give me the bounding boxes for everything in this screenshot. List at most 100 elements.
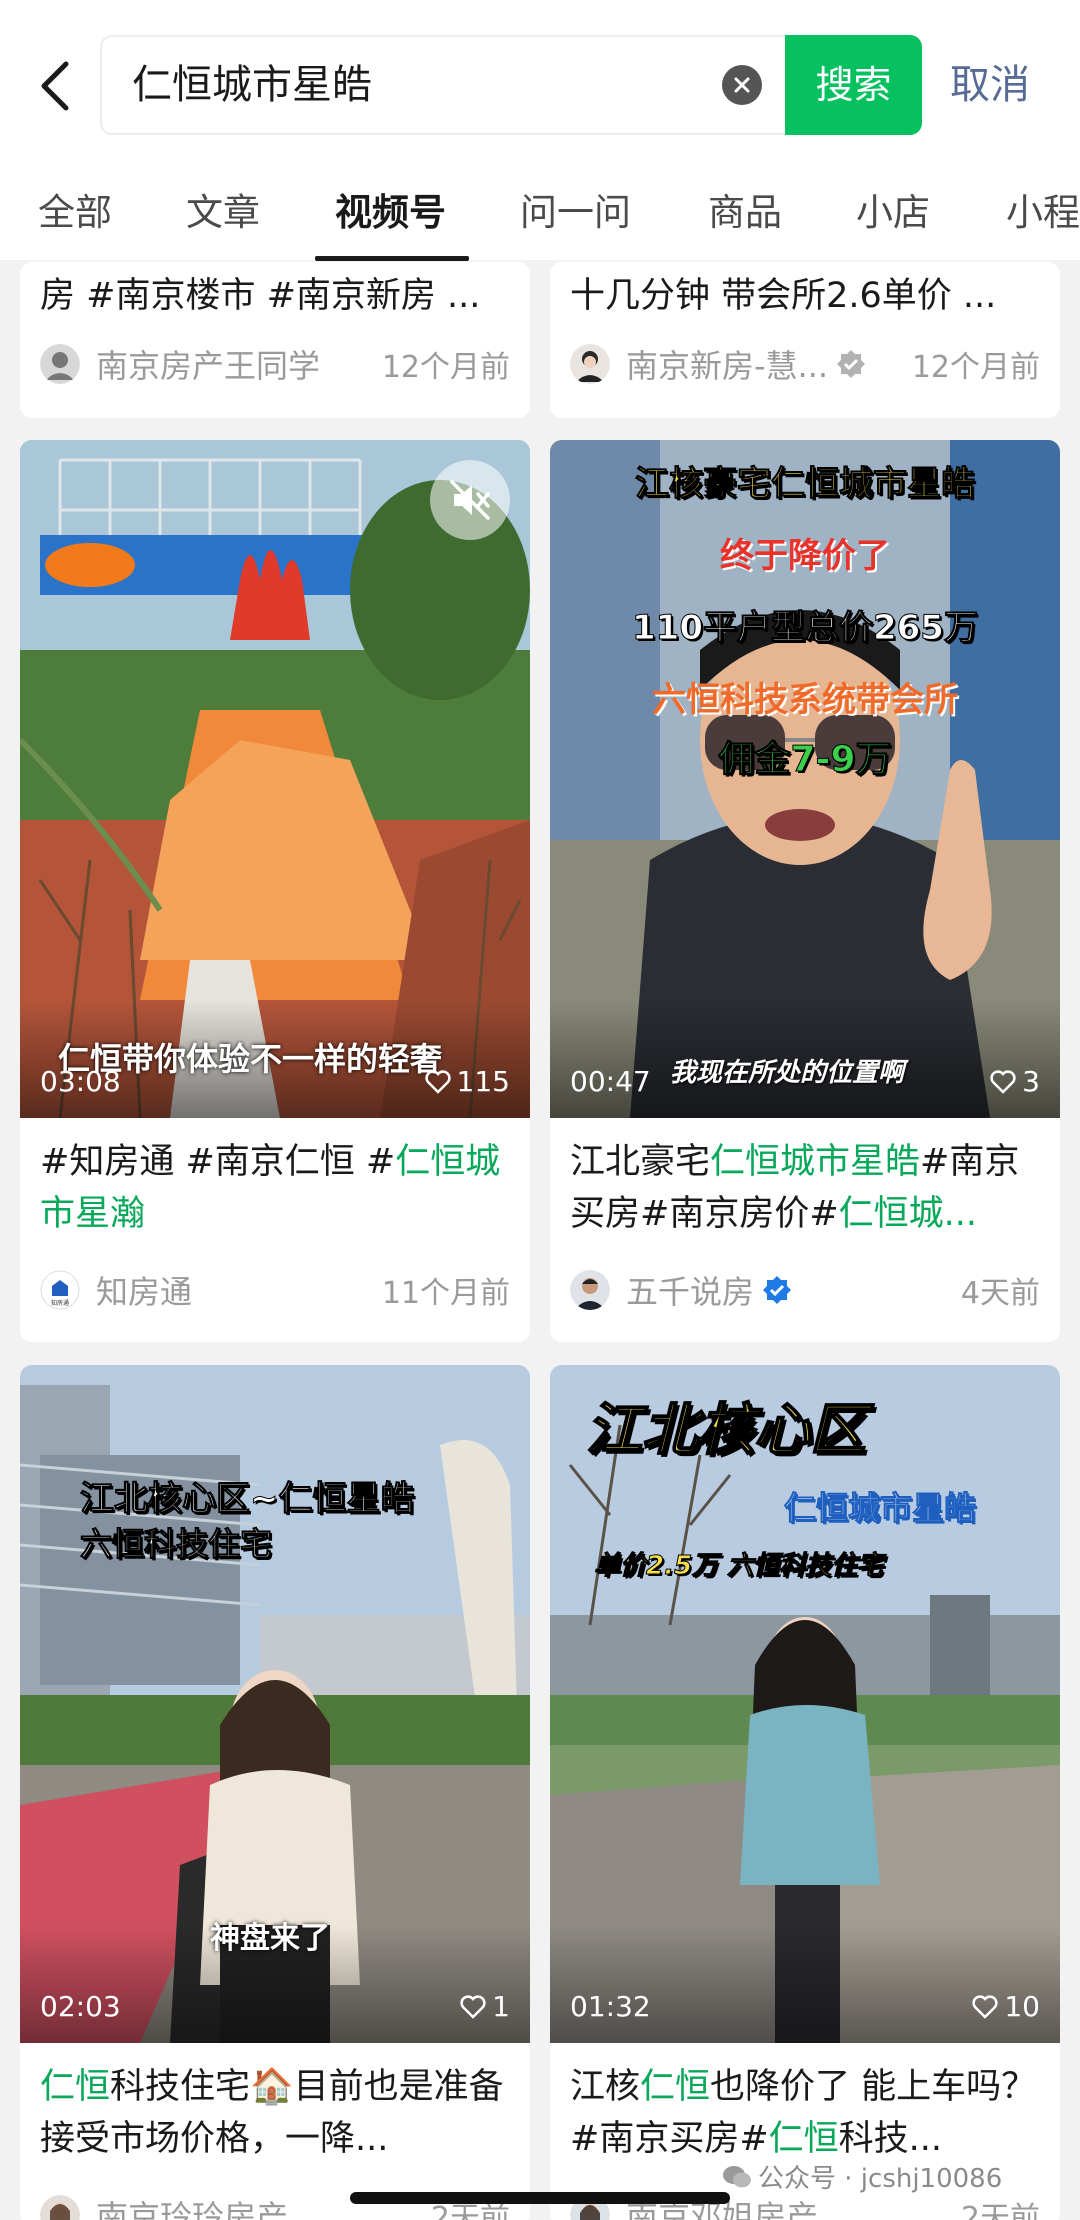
like-count-group: 3	[990, 1065, 1040, 1098]
search-query[interactable]: 仁恒城市星皓	[132, 37, 372, 133]
avatar	[570, 344, 610, 384]
like-count: 1	[492, 1990, 510, 2023]
muted-speaker-icon	[450, 480, 490, 520]
watermark-text: 公众号 · jcshj10086	[758, 2164, 1003, 2194]
video-duration: 03:08	[40, 1065, 121, 1098]
video-caption: 神盘来了	[210, 1921, 330, 1956]
video-card[interactable]: 房 #南京楼市 #南京新房 ... 南京房产王同学 12个月前	[20, 262, 530, 418]
overlay-line: 单价2.5万 六恒科技住宅	[593, 1551, 884, 1582]
title-text: 科技...	[838, 2119, 943, 2159]
avatar	[40, 2195, 80, 2220]
video-card[interactable]: 仁恒带你体验不一样的轻奢 03:08 115 #知房通 #南京仁恒 #仁恒城市星…	[20, 440, 530, 1342]
tab-all[interactable]: 全部	[38, 182, 112, 236]
like-count-group: 1	[460, 1990, 510, 2023]
search-button[interactable]: 搜索	[785, 35, 922, 135]
title-text: 江北豪宅	[570, 1142, 711, 1182]
video-thumbnail[interactable]: 江北核心区~仁恒星皓 六恒科技住宅 神盘来了 02:03 1	[20, 1365, 530, 2043]
tab-articles[interactable]: 文章	[186, 182, 260, 236]
video-card[interactable]: 江北核心区 仁恒城市星皓 单价2.5万 六恒科技住宅 01:32 10 江核仁恒…	[550, 1365, 1060, 2220]
video-thumbnail[interactable]: 江核豪宅仁恒城市星皓 终于降价了 110平户型总价265万 六恒科技系统带会所 …	[550, 440, 1060, 1118]
video-caption: 我现在所处的位置啊	[670, 1058, 905, 1088]
heart-icon	[972, 1994, 998, 2019]
video-card[interactable]: 十几分钟 带会所2.6单价 ... 南京新房-慧... 12个月前	[550, 262, 1060, 418]
verified-icon	[837, 350, 866, 378]
author-name: 知房通	[96, 1273, 193, 1311]
video-title: 十几分钟 带会所2.6单价 ...	[570, 270, 1040, 322]
like-count-group: 115	[424, 1065, 510, 1098]
avatar-text: 知房通	[51, 1299, 69, 1307]
video-thumbnail[interactable]: 江北核心区 仁恒城市星皓 单价2.5万 六恒科技住宅 01:32 10	[550, 1365, 1060, 2043]
video-title: #知房通 #南京仁恒 #仁恒城市星瀚	[40, 1136, 510, 1240]
cancel-button[interactable]: 取消	[950, 35, 1030, 135]
avatar: 知房通	[40, 1270, 80, 1310]
overlay-line: 江北核心区~仁恒星皓	[80, 1479, 415, 1520]
video-title: 房 #南京楼市 #南京新房 ...	[40, 270, 510, 322]
tab-products[interactable]: 商品	[708, 182, 782, 236]
like-count: 115	[456, 1065, 510, 1098]
author-name: 南京房产王同学	[96, 347, 321, 385]
overlay-line: 110平户型总价265万	[632, 608, 979, 649]
title-text: 房 #南京楼市 #南京新房 ...	[40, 276, 481, 316]
like-count: 10	[1004, 1990, 1040, 2023]
video-card[interactable]: 江北核心区~仁恒星皓 六恒科技住宅 神盘来了 02:03 1 仁恒科技住宅🏠目前…	[20, 1365, 530, 2220]
tab-bar: 全部 文章 视频号 问一问 商品 小店 小程	[0, 172, 1080, 261]
video-thumbnail[interactable]: 仁恒带你体验不一样的轻奢 03:08 115	[20, 440, 530, 1118]
title-highlight: 仁恒城...	[838, 1194, 978, 1234]
like-count-group: 10	[972, 1990, 1040, 2023]
riverside-image	[550, 1365, 1060, 2043]
video-duration: 01:32	[570, 1990, 651, 2023]
tab-channels[interactable]: 视频号	[335, 182, 446, 236]
title-text: 江核	[570, 2067, 641, 2107]
close-icon	[734, 77, 750, 93]
overlay-line: 六恒科技系统带会所	[652, 680, 958, 720]
video-card[interactable]: 江核豪宅仁恒城市星皓 终于降价了 110平户型总价265万 六恒科技系统带会所 …	[550, 440, 1060, 1342]
title-highlight: 仁恒	[640, 2067, 711, 2107]
author-row[interactable]: 知房通 知房通 11个月前	[40, 1268, 510, 1312]
title-highlight: 仁恒	[40, 2067, 111, 2107]
title-text: #知房通 #南京仁恒 #	[40, 1142, 396, 1182]
title-text: 十几分钟 带会所2.6单价 ...	[570, 276, 997, 316]
video-title: 仁恒科技住宅🏠目前也是准备接受市场价格，一降...	[40, 2061, 510, 2165]
overlay-line: 仁恒城市星皓	[783, 1489, 977, 1528]
back-button[interactable]	[30, 52, 80, 120]
tab-ask[interactable]: 问一问	[520, 182, 631, 236]
post-time: 11个月前	[381, 1276, 510, 1311]
heart-icon	[990, 1069, 1016, 1094]
heart-icon	[424, 1069, 451, 1094]
header: 仁恒城市星皓 搜索 取消 全部 文章 视频号 问一问 商品 小店 小程	[0, 0, 1080, 261]
author-row[interactable]: 南京房产王同学 12个月前	[40, 342, 510, 386]
title-text: 科技住宅🏠目前也是准备接受市场价格，一降...	[40, 2067, 504, 2159]
overlay-line: 江核豪宅仁恒城市星皓	[635, 464, 976, 505]
author-row[interactable]: 五千说房 4天前	[570, 1268, 1040, 1312]
title-highlight: 仁恒城市星皓	[710, 1142, 921, 1182]
author-name: 南京新房-慧...	[626, 347, 829, 385]
clear-search-button[interactable]	[722, 65, 762, 105]
like-count: 3	[1022, 1065, 1040, 1098]
avatar	[570, 1270, 610, 1310]
author-row[interactable]: 南京新房-慧... 12个月前	[570, 342, 1040, 386]
overlay-line: 终于降价了	[720, 536, 890, 576]
overlay-line: 江北核心区	[585, 1397, 867, 1464]
heart-icon	[460, 1994, 486, 2019]
video-duration: 00:47	[570, 1065, 651, 1098]
post-time: 2天前	[960, 2201, 1040, 2220]
avatar	[40, 344, 80, 384]
wechat-icon	[723, 2165, 751, 2187]
tab-miniprograms[interactable]: 小程	[1006, 182, 1080, 236]
overlay-line: 佣金7-9万	[718, 739, 892, 781]
post-time: 12个月前	[911, 350, 1040, 385]
playground-image	[20, 440, 530, 1118]
author-name: 五千说房	[626, 1273, 755, 1311]
title-highlight: 仁恒	[768, 2119, 839, 2159]
post-time: 12个月前	[381, 350, 510, 385]
mute-button[interactable]	[430, 460, 510, 540]
video-title: 江核仁恒也降价了 能上车吗？#南京买房#仁恒科技...	[570, 2061, 1040, 2165]
author-name: 南京玲玲房产	[96, 2198, 289, 2220]
tab-shops[interactable]: 小店	[856, 182, 930, 236]
video-title: 江北豪宅仁恒城市星皓#南京买房#南京房价#仁恒城...	[570, 1136, 1040, 1240]
watermark: 公众号 · jcshj10086	[722, 2158, 1002, 2195]
chevron-left-icon	[41, 61, 69, 111]
video-duration: 02:03	[40, 1990, 121, 2023]
overlay-line: 六恒科技住宅	[79, 1525, 273, 1564]
home-indicator	[350, 2192, 730, 2204]
